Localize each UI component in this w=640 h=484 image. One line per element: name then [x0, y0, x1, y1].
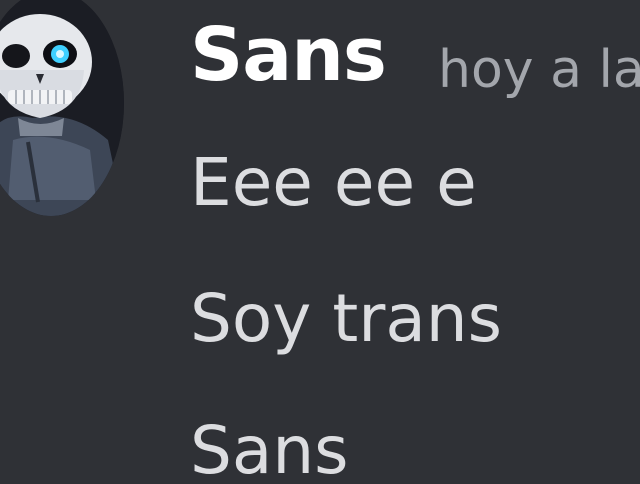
- message-timestamp[interactable]: hoy a la: [438, 44, 640, 96]
- message-header: Sans hoy a la: [190, 18, 640, 96]
- chat-message-pane: Sans hoy a la Eee ee e Soy trans Sans: [0, 0, 640, 484]
- message-text-line: Soy trans: [190, 280, 502, 357]
- message-text-line: Sans: [190, 412, 349, 484]
- sans-skull-icon: [0, 0, 124, 216]
- username[interactable]: Sans: [190, 12, 387, 98]
- avatar[interactable]: [0, 0, 124, 216]
- message-text-line: Eee ee e: [190, 144, 477, 221]
